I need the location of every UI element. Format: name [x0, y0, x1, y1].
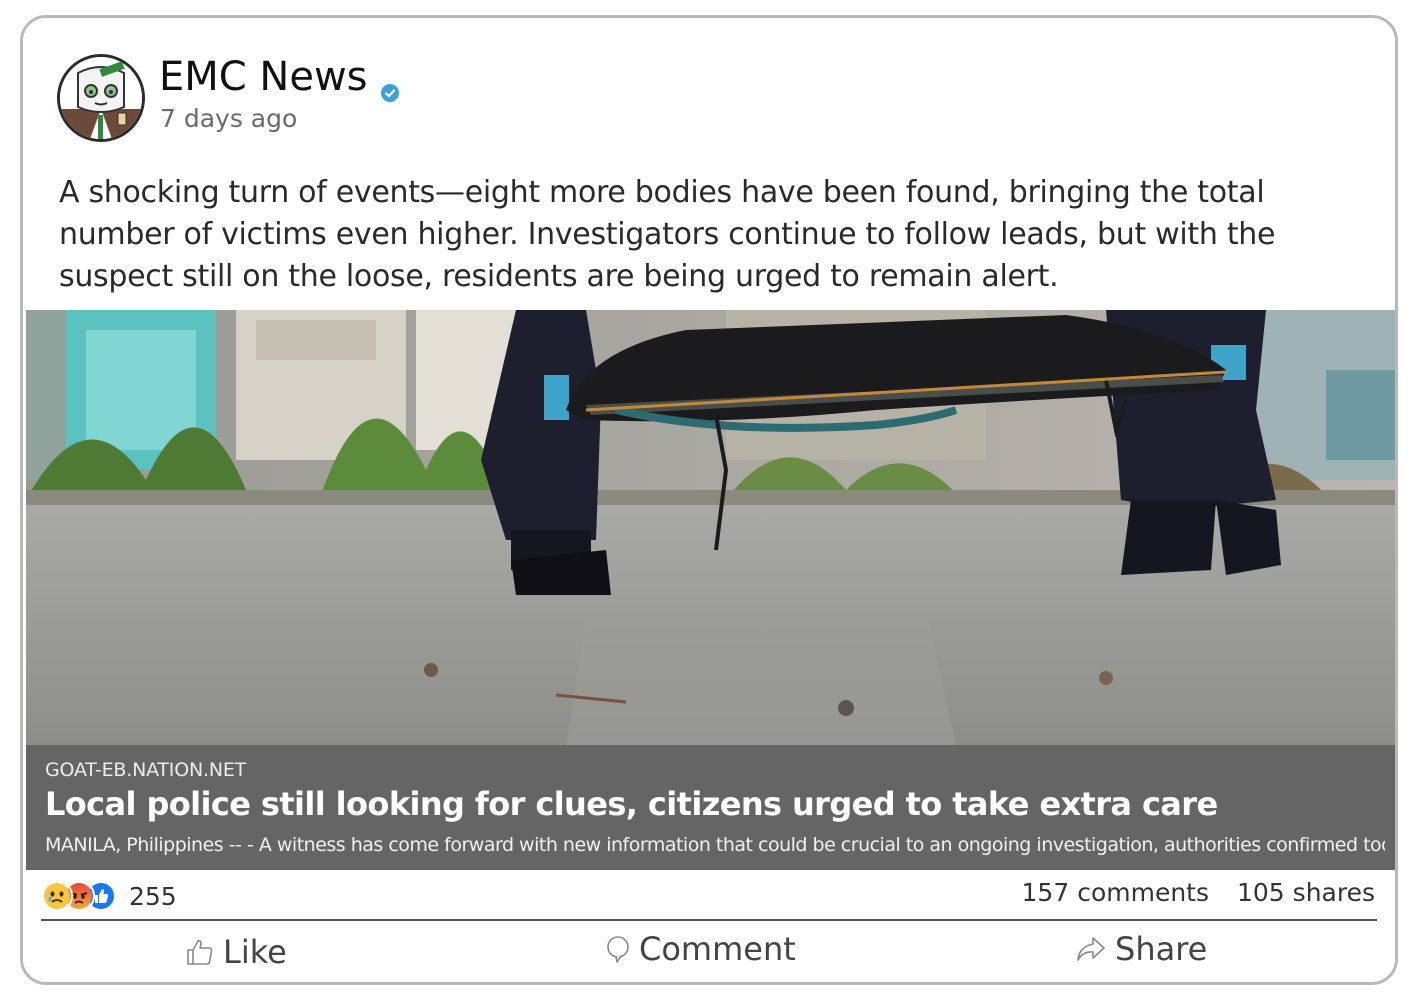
comment-button[interactable]: Comment	[605, 930, 796, 968]
share-label: Share	[1115, 930, 1208, 968]
post-actions: Like Comment Share	[41, 924, 1377, 980]
post-timestamp[interactable]: 7 days ago	[160, 104, 297, 133]
comments-count[interactable]: 157 comments	[1022, 878, 1209, 907]
verified-badge-icon	[380, 67, 400, 102]
page-avatar[interactable]	[57, 54, 145, 142]
shares-count[interactable]: 105 shares	[1237, 878, 1375, 907]
link-title[interactable]: Local police still looking for clues, ci…	[45, 785, 1218, 823]
link-preview-image[interactable]	[26, 310, 1395, 745]
post-card: EMC News 7 days ago A shocking turn of e…	[20, 15, 1398, 985]
share-button[interactable]: Share	[1075, 930, 1207, 968]
actions-divider	[41, 919, 1377, 921]
link-description: MANILA, Philippines -- - A witness has c…	[45, 834, 1385, 856]
comment-bubble-icon	[605, 934, 631, 964]
sad-icon	[41, 880, 73, 912]
engagement-stats: 157 comments 105 shares	[1022, 878, 1375, 907]
link-domain: GOAT-EB.NATION.NET	[45, 759, 247, 781]
reactions-summary[interactable]: 255	[41, 880, 177, 912]
thumbs-up-icon	[185, 937, 215, 967]
comment-label: Comment	[639, 930, 796, 968]
link-preview-meta[interactable]: GOAT-EB.NATION.NET Local police still lo…	[26, 745, 1395, 870]
page-name-row: EMC News	[159, 54, 400, 102]
avatar-illustration	[60, 57, 142, 139]
reactions-count: 255	[129, 881, 177, 911]
page-name[interactable]: EMC News	[159, 54, 368, 100]
share-arrow-icon	[1075, 934, 1107, 964]
like-button[interactable]: Like	[185, 933, 287, 971]
like-label: Like	[223, 933, 287, 971]
post-text: A shocking turn of events—eight more bod…	[59, 175, 1276, 294]
